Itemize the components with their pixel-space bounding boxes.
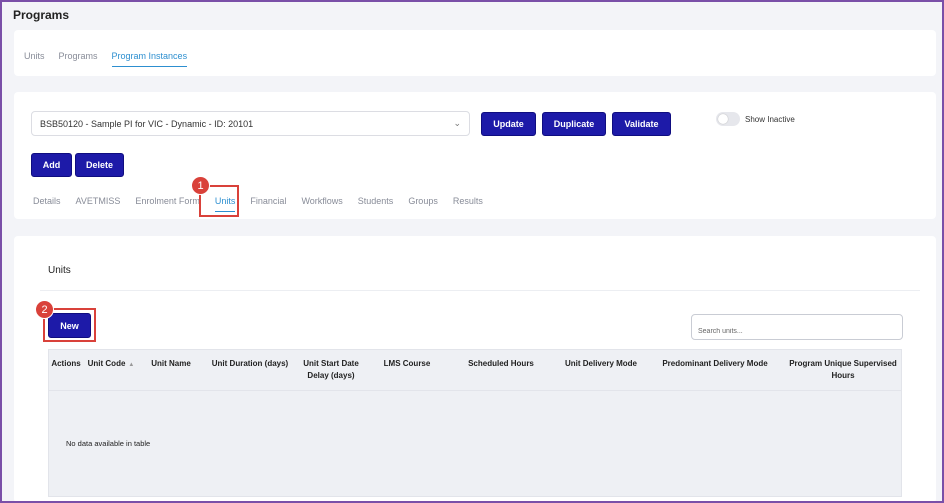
section-divider bbox=[40, 290, 920, 291]
column-unit-code-label: Unit Code bbox=[87, 359, 126, 368]
page-title: Programs bbox=[13, 8, 70, 22]
column-predominant-delivery-mode[interactable]: Predominant Delivery Mode bbox=[653, 358, 777, 370]
delete-button[interactable]: Delete bbox=[75, 153, 124, 177]
units-section-title: Units bbox=[48, 265, 71, 276]
new-unit-button[interactable]: New bbox=[48, 313, 91, 338]
top-tabs: Units Programs Program Instances bbox=[24, 51, 201, 67]
duplicate-button[interactable]: Duplicate bbox=[542, 112, 606, 136]
annotation-badge-2: 2 bbox=[35, 300, 54, 319]
column-lms-course[interactable]: LMS Course bbox=[379, 358, 435, 370]
program-instance-select[interactable]: BSB50120 - Sample PI for VIC - Dynamic -… bbox=[31, 111, 470, 136]
tab-financial[interactable]: Financial bbox=[250, 196, 286, 212]
validate-button[interactable]: Validate bbox=[612, 112, 671, 136]
column-unit-code[interactable]: Unit Code ▲ bbox=[84, 358, 138, 371]
tab-workflows[interactable]: Workflows bbox=[301, 196, 342, 212]
tab-enrolment-form[interactable]: Enrolment Form bbox=[135, 196, 200, 212]
search-units-input[interactable] bbox=[691, 314, 903, 340]
column-scheduled-hours[interactable]: Scheduled Hours bbox=[461, 358, 541, 370]
tab-avetmiss[interactable]: AVETMISS bbox=[76, 196, 121, 212]
toggle-knob bbox=[718, 114, 728, 124]
units-table-body: No data available in table bbox=[48, 391, 902, 497]
chevron-down-icon: ⌄ bbox=[453, 118, 461, 128]
empty-table-message: No data available in table bbox=[66, 439, 151, 448]
tab-units[interactable]: Units bbox=[24, 51, 45, 67]
tab-programs[interactable]: Programs bbox=[59, 51, 98, 67]
column-program-unique-supervised-hours[interactable]: Program Unique Supervised Hours bbox=[782, 358, 904, 382]
add-button[interactable]: Add bbox=[31, 153, 72, 177]
update-button[interactable]: Update bbox=[481, 112, 536, 136]
column-unit-start-date-delay[interactable]: Unit Start Date Delay (days) bbox=[299, 358, 363, 382]
units-table-header: Actions Unit Code ▲ Unit Name Unit Durati… bbox=[48, 349, 902, 391]
column-unit-delivery-mode[interactable]: Unit Delivery Mode bbox=[557, 358, 645, 370]
tab-groups[interactable]: Groups bbox=[408, 196, 438, 212]
tab-instance-units[interactable]: Units bbox=[214, 196, 236, 212]
column-unit-name[interactable]: Unit Name bbox=[145, 358, 197, 370]
annotation-badge-1: 1 bbox=[191, 176, 210, 195]
tab-results[interactable]: Results bbox=[453, 196, 483, 212]
column-unit-duration[interactable]: Unit Duration (days) bbox=[204, 358, 296, 370]
tab-students[interactable]: Students bbox=[358, 196, 394, 212]
show-inactive-label: Show Inactive bbox=[745, 115, 795, 124]
tab-details[interactable]: Details bbox=[33, 196, 61, 212]
show-inactive-toggle[interactable] bbox=[716, 112, 740, 126]
column-actions[interactable]: Actions bbox=[49, 358, 83, 370]
program-instance-select-value: BSB50120 - Sample PI for VIC - Dynamic -… bbox=[40, 119, 254, 129]
instance-sub-tabs: Details AVETMISS Enrolment Form Units Fi… bbox=[33, 196, 498, 212]
tab-program-instances[interactable]: Program Instances bbox=[111, 51, 188, 67]
sort-icon: ▲ bbox=[128, 362, 135, 368]
